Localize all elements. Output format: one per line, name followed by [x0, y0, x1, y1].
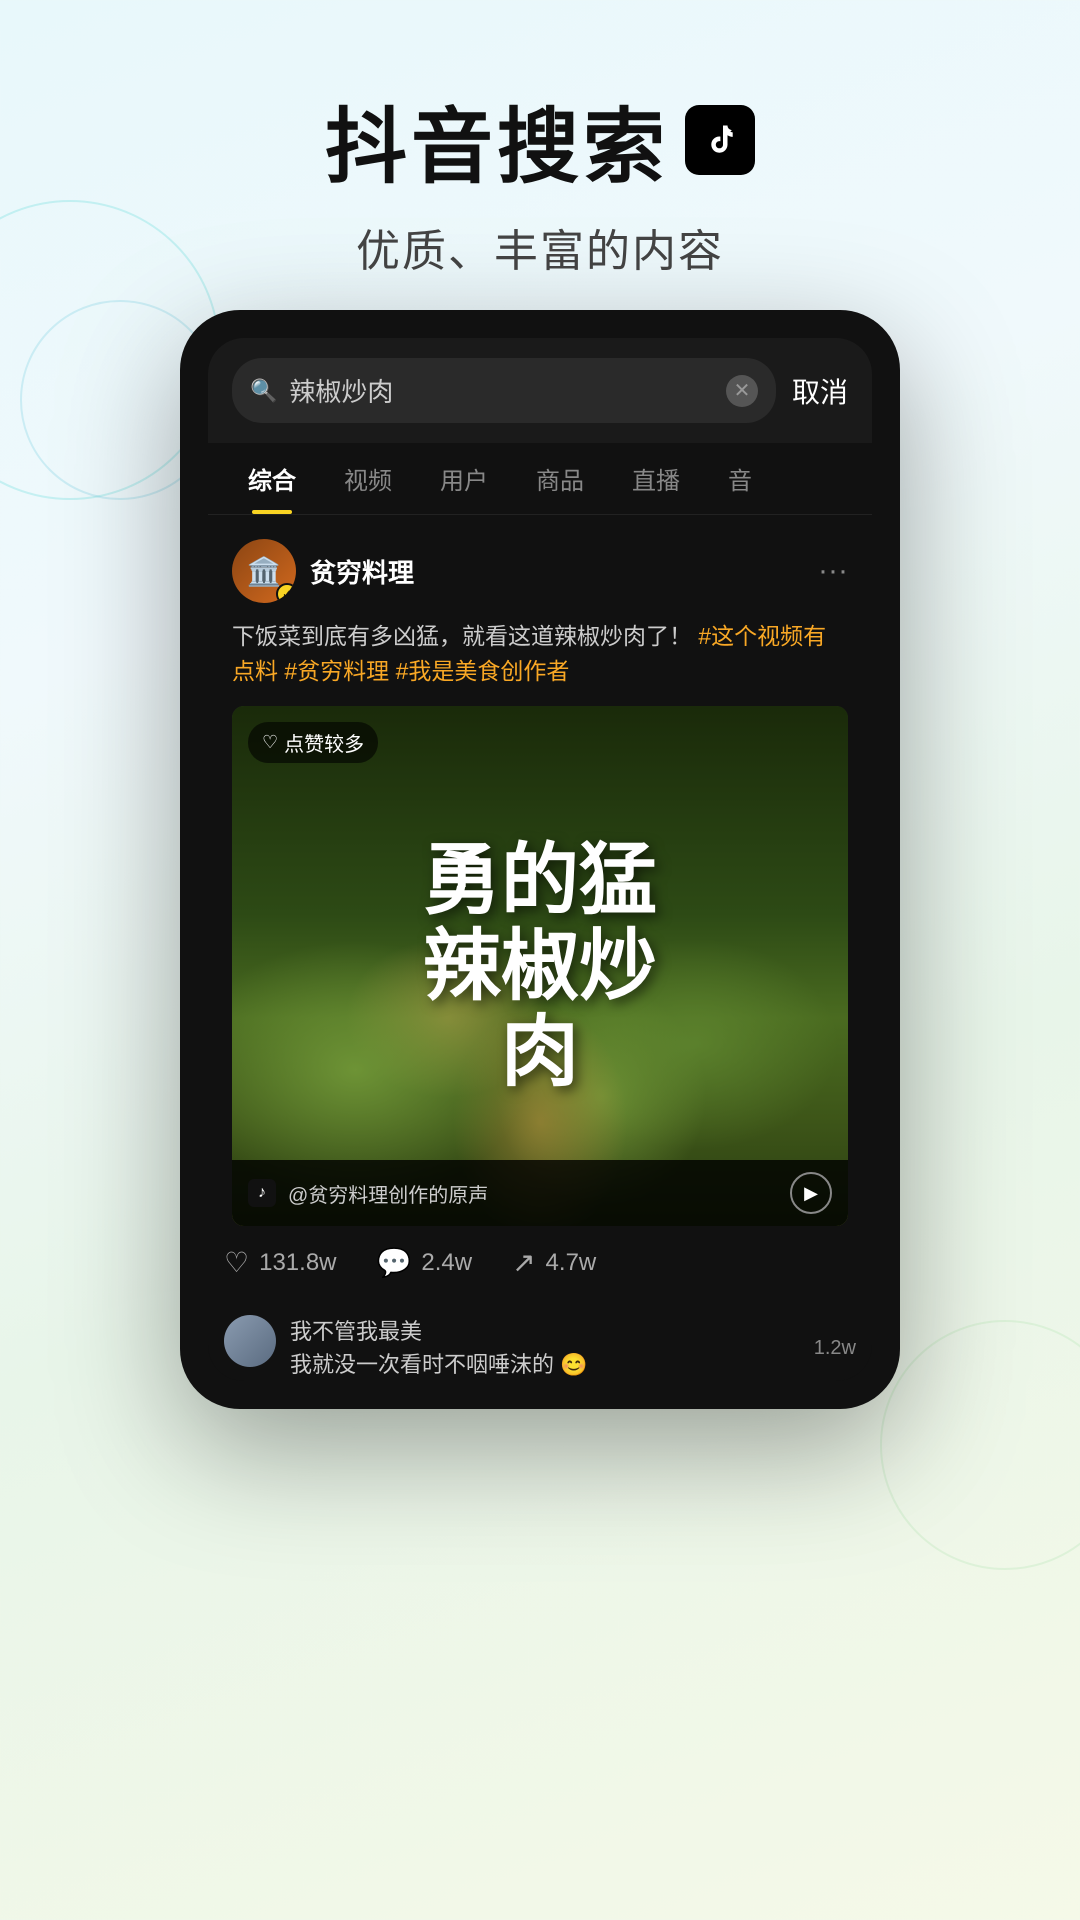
like-stat[interactable]: ♡ 131.8w: [224, 1246, 337, 1279]
comment-like-count: 1.2w: [814, 1337, 856, 1360]
more-options-icon[interactable]: ···: [818, 554, 848, 588]
search-clear-button[interactable]: ✕: [726, 375, 758, 407]
tab-video[interactable]: 视频: [320, 443, 416, 514]
verified-badge: ✓: [276, 583, 296, 603]
comment-icon: 💬: [377, 1246, 412, 1279]
main-title: 抖音搜索: [0, 80, 1080, 199]
tab-comprehensive[interactable]: 综合: [224, 443, 320, 514]
phone-screen: 🔍 辣椒炒肉 ✕ 取消 综合 视频 用户 商品: [208, 338, 872, 1381]
comment-count: 2.4w: [421, 1249, 472, 1277]
tiktok-small-icon: ♪: [248, 1179, 276, 1207]
video-popular-label: ♡ 点赞较多: [248, 722, 378, 763]
tab-audio[interactable]: 音: [704, 443, 776, 514]
hashtag-3[interactable]: #我是美食创作者: [396, 658, 570, 684]
content-area: 🏛️ ✓ 贫穷料理 ··· 下饭菜到底有多凶猛，就看这道辣椒炒肉了！ #这个视频…: [208, 515, 872, 1226]
hashtag-2[interactable]: #贫穷料理: [284, 658, 389, 684]
search-input[interactable]: 辣椒炒肉: [289, 372, 714, 409]
commenter-name: 我不管我最美: [290, 1315, 588, 1348]
comment-content: 我不管我最美 我就没一次看时不咽唾沫的 😊: [290, 1315, 588, 1381]
share-icon: ↗: [512, 1246, 535, 1279]
tab-user[interactable]: 用户: [416, 443, 512, 514]
phone-frame: 🔍 辣椒炒肉 ✕ 取消 综合 视频 用户 商品: [180, 310, 900, 1409]
cancel-button[interactable]: 取消: [792, 371, 848, 411]
video-thumbnail[interactable]: ♡ 点赞较多 勇的猛辣椒炒肉 ♪ @贫穷料理创作的原声 ▶: [232, 706, 848, 1226]
avatar[interactable]: 🏛️ ✓: [232, 539, 296, 603]
tab-live[interactable]: 直播: [608, 443, 704, 514]
author-info: 🏛️ ✓ 贫穷料理: [232, 539, 414, 603]
author-row: 🏛️ ✓ 贫穷料理 ···: [232, 539, 848, 603]
share-count: 4.7w: [546, 1249, 597, 1277]
stats-row: ♡ 131.8w 💬 2.4w ↗ 4.7w: [208, 1226, 872, 1299]
like-count: 131.8w: [259, 1249, 336, 1277]
audio-text: @贫穷料理创作的原声: [288, 1179, 778, 1208]
audio-bar: ♪ @贫穷料理创作的原声 ▶: [232, 1160, 848, 1226]
video-title-overlay: 勇的猛辣椒炒肉: [263, 837, 817, 1094]
search-icon: 🔍: [250, 378, 277, 404]
author-name[interactable]: 贫穷料理: [310, 553, 414, 590]
header-area: 抖音搜索 优质、丰富的内容: [0, 0, 1080, 319]
tiktok-logo-icon: [685, 105, 755, 175]
comment-preview: 我不管我最美 我就没一次看时不咽唾沫的 😊 1.2w: [208, 1299, 872, 1381]
commenter-avatar: [224, 1315, 276, 1367]
search-input-wrapper[interactable]: 🔍 辣椒炒肉 ✕: [232, 358, 776, 423]
comment-body: 我就没一次看时不咽唾沫的 😊: [290, 1348, 588, 1381]
subtitle: 优质、丰富的内容: [0, 215, 1080, 279]
tab-product[interactable]: 商品: [512, 443, 608, 514]
tabs-area: 综合 视频 用户 商品 直播 音: [208, 443, 872, 515]
post-text: 下饭菜到底有多凶猛，就看这道辣椒炒肉了！ #这个视频有点料 #贫穷料理 #我是美…: [232, 619, 848, 688]
search-bar-area: 🔍 辣椒炒肉 ✕ 取消: [208, 338, 872, 443]
play-button[interactable]: ▶: [790, 1172, 832, 1214]
comment-stat[interactable]: 💬 2.4w: [377, 1246, 473, 1279]
phone-mockup: 🔍 辣椒炒肉 ✕ 取消 综合 视频 用户 商品: [180, 310, 900, 1409]
heart-icon: ♡: [262, 732, 278, 753]
share-stat[interactable]: ↗ 4.7w: [512, 1246, 596, 1279]
like-icon: ♡: [224, 1246, 249, 1279]
